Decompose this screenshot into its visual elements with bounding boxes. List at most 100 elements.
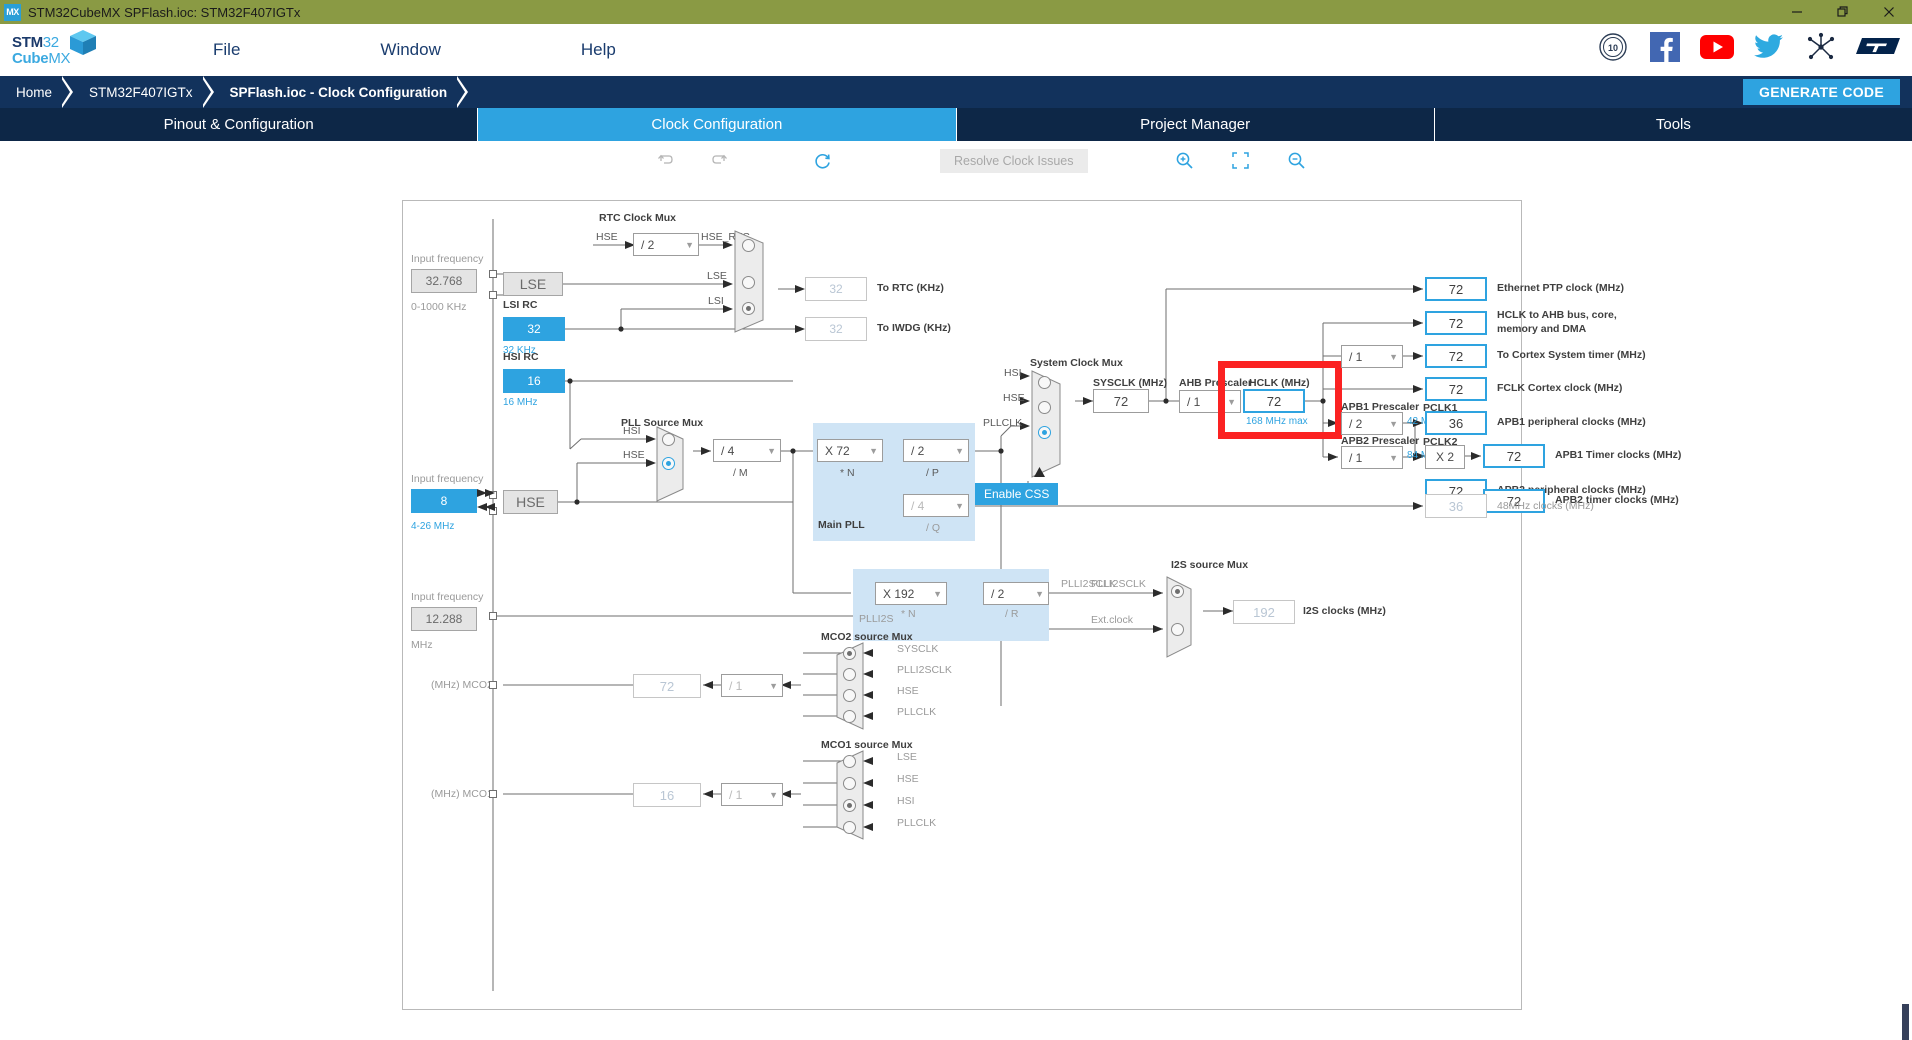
breadcrumb-separator-icon — [201, 76, 214, 108]
tab-project-manager[interactable]: Project Manager — [956, 108, 1435, 141]
redo-icon[interactable] — [702, 146, 736, 176]
hclk-value-box[interactable]: 72 — [1243, 389, 1305, 413]
mco2-divider-value: / 1 — [729, 678, 743, 693]
mco2-radio-plli2sclk[interactable] — [843, 668, 856, 681]
reset-icon[interactable] — [806, 146, 840, 176]
mco1-divider-select[interactable]: / 1 ▼ — [721, 783, 783, 806]
mco1-radio-hse[interactable] — [843, 777, 856, 790]
cortex-prescaler-select[interactable]: / 1 ▼ — [1341, 345, 1403, 368]
generate-code-button[interactable]: GENERATE CODE — [1743, 79, 1900, 105]
tab-pinout-configuration[interactable]: Pinout & Configuration — [0, 108, 479, 141]
lse-input-frequency-field[interactable]: 32.768 — [411, 269, 477, 293]
pll-q-divider-select[interactable]: / 4 ▼ — [903, 494, 969, 517]
mco1-divider-value: / 1 — [729, 787, 743, 802]
facebook-icon[interactable] — [1646, 28, 1684, 66]
breadcrumb-item-device[interactable]: STM32F407IGTx — [73, 76, 199, 108]
mco2-radio-hse[interactable] — [843, 689, 856, 702]
chevron-down-icon: ▼ — [955, 500, 964, 511]
output-box-fclk-cortex: 72 — [1425, 377, 1487, 401]
tab-tools[interactable]: Tools — [1434, 108, 1912, 141]
sys-mux-radio-pllclk[interactable] — [1038, 426, 1051, 439]
i2s-mux-radio-extclock[interactable] — [1171, 623, 1184, 636]
mco1-radio-pllclk[interactable] — [843, 821, 856, 834]
maximize-button[interactable] — [1820, 0, 1866, 24]
menu-help[interactable]: Help — [571, 34, 626, 66]
apb2-prescaler-value: / 1 — [1349, 450, 1363, 465]
plli2s-n-multiplier-select[interactable]: X 192 ▼ — [875, 582, 947, 605]
pll-m-sub-label: / M — [733, 467, 748, 479]
mco1-radio-lse[interactable] — [843, 755, 856, 768]
mco2-port — [489, 681, 497, 689]
rtc-mux-radio-hse-rtc[interactable] — [742, 239, 755, 252]
output-box-48mhz-clocks: 36 — [1425, 494, 1487, 518]
pll-source-mux[interactable] — [655, 425, 695, 508]
pll-mux-radio-hse[interactable] — [662, 457, 675, 470]
resolve-clock-issues-button[interactable]: Resolve Clock Issues — [940, 148, 1088, 173]
i2s-mux-radio-plli2sclk[interactable] — [1171, 585, 1184, 598]
community-icon[interactable] — [1802, 28, 1840, 66]
menu-file[interactable]: File — [203, 34, 250, 66]
apb2-prescaler-select[interactable]: / 1 ▼ — [1341, 446, 1403, 469]
rtc-mux-radio-lse[interactable] — [742, 276, 755, 289]
breadcrumb-label: SPFlash.ioc - Clock Configuration — [229, 84, 448, 100]
output-box-cortex-systimer: 72 — [1425, 344, 1487, 368]
breadcrumb-label: STM32F407IGTx — [89, 84, 193, 100]
vertical-scrollbar-thumb[interactable] — [1902, 1004, 1909, 1040]
zoom-out-icon[interactable] — [1280, 146, 1314, 176]
mco2-radio-pllclk[interactable] — [843, 710, 856, 723]
apb1-prescaler-select[interactable]: / 2 ▼ — [1341, 412, 1403, 435]
hsi-rc-value-box[interactable]: 16 — [503, 369, 565, 393]
pll-mux-radio-hsi[interactable] — [662, 433, 675, 446]
twitter-icon[interactable] — [1750, 28, 1788, 66]
enable-css-button[interactable]: Enable CSS — [975, 483, 1059, 505]
lsi-rc-value-box[interactable]: 32 — [503, 317, 565, 341]
mco1-radio-hsi[interactable] — [843, 799, 856, 812]
rtc-hse-label: HSE — [596, 231, 618, 243]
breadcrumb-separator-icon — [61, 76, 74, 108]
rtc-clock-mux[interactable] — [733, 229, 778, 339]
zoom-in-icon[interactable] — [1168, 146, 1202, 176]
chevron-down-icon: ▼ — [767, 445, 776, 456]
st-logo-icon[interactable] — [1854, 28, 1902, 66]
pll-p-divider-select[interactable]: / 2 ▼ — [903, 439, 969, 462]
window-controls — [1774, 0, 1912, 24]
mco2-label: (MHz) MCO2 — [431, 679, 493, 691]
sys-mux-radio-hse[interactable] — [1038, 401, 1051, 414]
anniversary-10-years-icon[interactable]: 10 — [1594, 28, 1632, 66]
clock-tree-canvas: Input frequency 32.768 0-1000 KHz LSE RT… — [0, 180, 1912, 1040]
sys-mux-radio-hsi[interactable] — [1038, 376, 1051, 389]
pll-n-multiplier-select[interactable]: X 72 ▼ — [817, 439, 883, 462]
hclk-max-label: 168 MHz max — [1246, 416, 1308, 427]
window-title-bar: MX STM32CubeMX SPFlash.ioc: STM32F407IGT… — [0, 0, 1912, 24]
mco2-source-mux[interactable] — [825, 641, 867, 736]
lse-range-label: 0-1000 KHz — [411, 301, 467, 313]
undo-icon[interactable] — [648, 146, 682, 176]
mco1-source-mux[interactable] — [825, 749, 867, 846]
logo-text-stm: STM — [12, 34, 43, 51]
vertical-scrollbar[interactable] — [1898, 180, 1912, 1040]
hse-oscillator-box[interactable]: HSE — [503, 490, 558, 514]
fit-to-screen-icon[interactable] — [1224, 146, 1258, 176]
pll-q-value: / 4 — [911, 498, 925, 513]
output-label-cortex-systimer: To Cortex System timer (MHz) — [1497, 349, 1646, 361]
main-pll-title: Main PLL — [818, 519, 865, 531]
pll-m-divider-select[interactable]: / 4 ▼ — [713, 439, 781, 462]
plli2s-r-divider-select[interactable]: / 2 ▼ — [983, 582, 1049, 605]
close-button[interactable] — [1866, 0, 1912, 24]
youtube-icon[interactable] — [1698, 28, 1736, 66]
mco2-radio-sysclk[interactable] — [843, 647, 856, 660]
rtc-mux-radio-lsi[interactable] — [742, 302, 755, 315]
i2s-source-mux[interactable] — [1165, 575, 1207, 664]
menu-window[interactable]: Window — [370, 34, 450, 66]
breadcrumb-item-home[interactable]: Home — [0, 76, 58, 108]
mco2-input-pllclk-label: PLLCLK — [897, 706, 937, 718]
minimize-button[interactable] — [1774, 0, 1820, 24]
tab-clock-configuration[interactable]: Clock Configuration — [478, 108, 957, 141]
lse-oscillator-box[interactable]: LSE — [503, 272, 563, 296]
mco1-input-hse-label: HSE — [897, 773, 919, 785]
rtc-hse-divider-select[interactable]: / 2 ▼ — [633, 233, 699, 256]
pll-mux-input-hse-label: HSE — [623, 449, 645, 461]
i2s-input-frequency-field[interactable]: 12.288 — [411, 607, 477, 631]
hse-input-frequency-field[interactable]: 8 — [411, 489, 477, 513]
mco2-divider-select[interactable]: / 1 ▼ — [721, 674, 783, 697]
